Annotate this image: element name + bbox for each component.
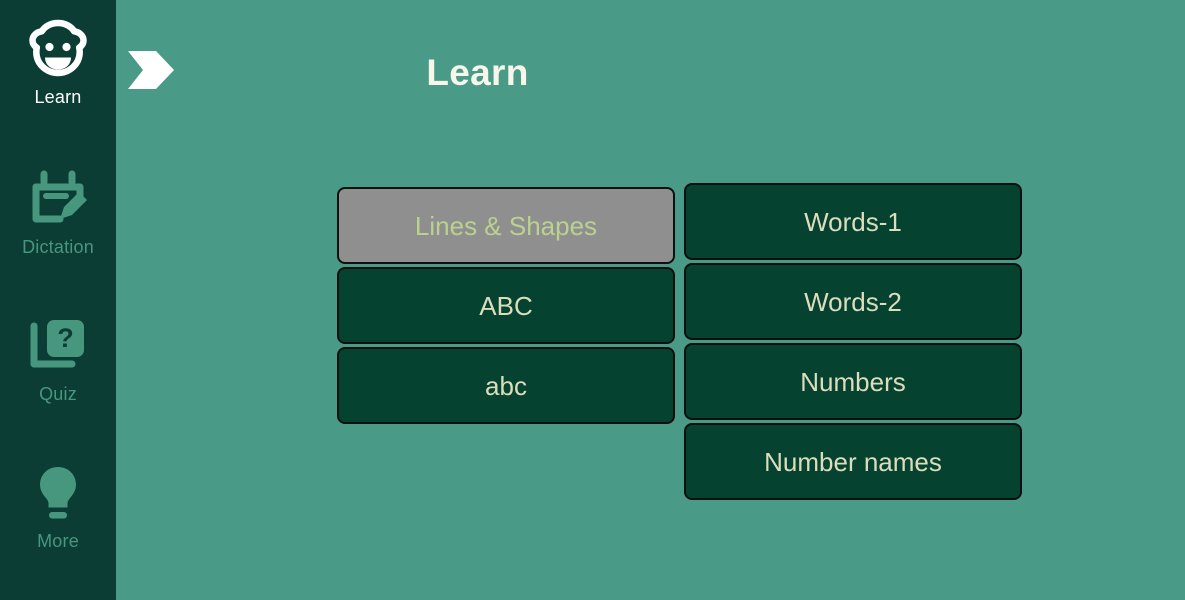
lesson-tile-abc-upper[interactable]: ABC: [337, 267, 675, 344]
sidebar-item-more[interactable]: More: [0, 462, 116, 551]
question-card-icon: ?: [22, 315, 94, 377]
sidebar-item-quiz[interactable]: ? Quiz: [0, 315, 116, 404]
lesson-tile-label: abc: [485, 370, 527, 401]
lesson-tile-label: Number names: [764, 446, 942, 477]
lesson-grid: Lines & Shapes ABC abc Words-1 Words-2 N…: [337, 183, 1022, 507]
lesson-tile-label: Numbers: [800, 366, 906, 397]
lesson-tile-abc-lower[interactable]: abc: [337, 347, 675, 424]
lesson-tile-label: Lines & Shapes: [414, 210, 598, 241]
lesson-tile-number-names[interactable]: Number names: [684, 423, 1022, 500]
sidebar-item-dictation[interactable]: Dictation: [0, 168, 116, 257]
note-pencil-icon: [22, 168, 94, 230]
sidebar: Learn Dictation ? Quiz More: [0, 0, 116, 600]
app-root: Learn Dictation ? Quiz More Learn Lines …: [0, 0, 1185, 600]
sidebar-item-label: Learn: [34, 87, 82, 107]
lesson-tile-lines-shapes[interactable]: Lines & Shapes: [337, 187, 675, 264]
sidebar-item-label: Quiz: [39, 384, 77, 404]
lesson-tile-label: Words-2: [804, 286, 902, 317]
lesson-tile-words-2[interactable]: Words-2: [684, 263, 1022, 340]
lesson-tile-numbers[interactable]: Numbers: [684, 343, 1022, 420]
lesson-tile-label: ABC: [479, 290, 533, 321]
sidebar-item-label: Dictation: [22, 237, 94, 257]
lesson-column-left: Lines & Shapes ABC abc: [337, 187, 675, 427]
lesson-tile-words-1[interactable]: Words-1: [684, 183, 1022, 260]
main-content: Learn Lines & Shapes ABC abc Words-1 Wor: [116, 0, 1185, 600]
lesson-tile-label: Words-1: [804, 206, 902, 237]
lightbulb-icon: [22, 462, 94, 524]
baby-face-icon: [22, 18, 94, 80]
svg-text:?: ?: [57, 323, 74, 353]
sidebar-item-learn[interactable]: Learn: [0, 18, 116, 107]
page-title: Learn: [426, 52, 529, 93]
sidebar-item-label: More: [37, 531, 79, 551]
lesson-column-right: Words-1 Words-2 Numbers Number names: [684, 183, 1022, 503]
